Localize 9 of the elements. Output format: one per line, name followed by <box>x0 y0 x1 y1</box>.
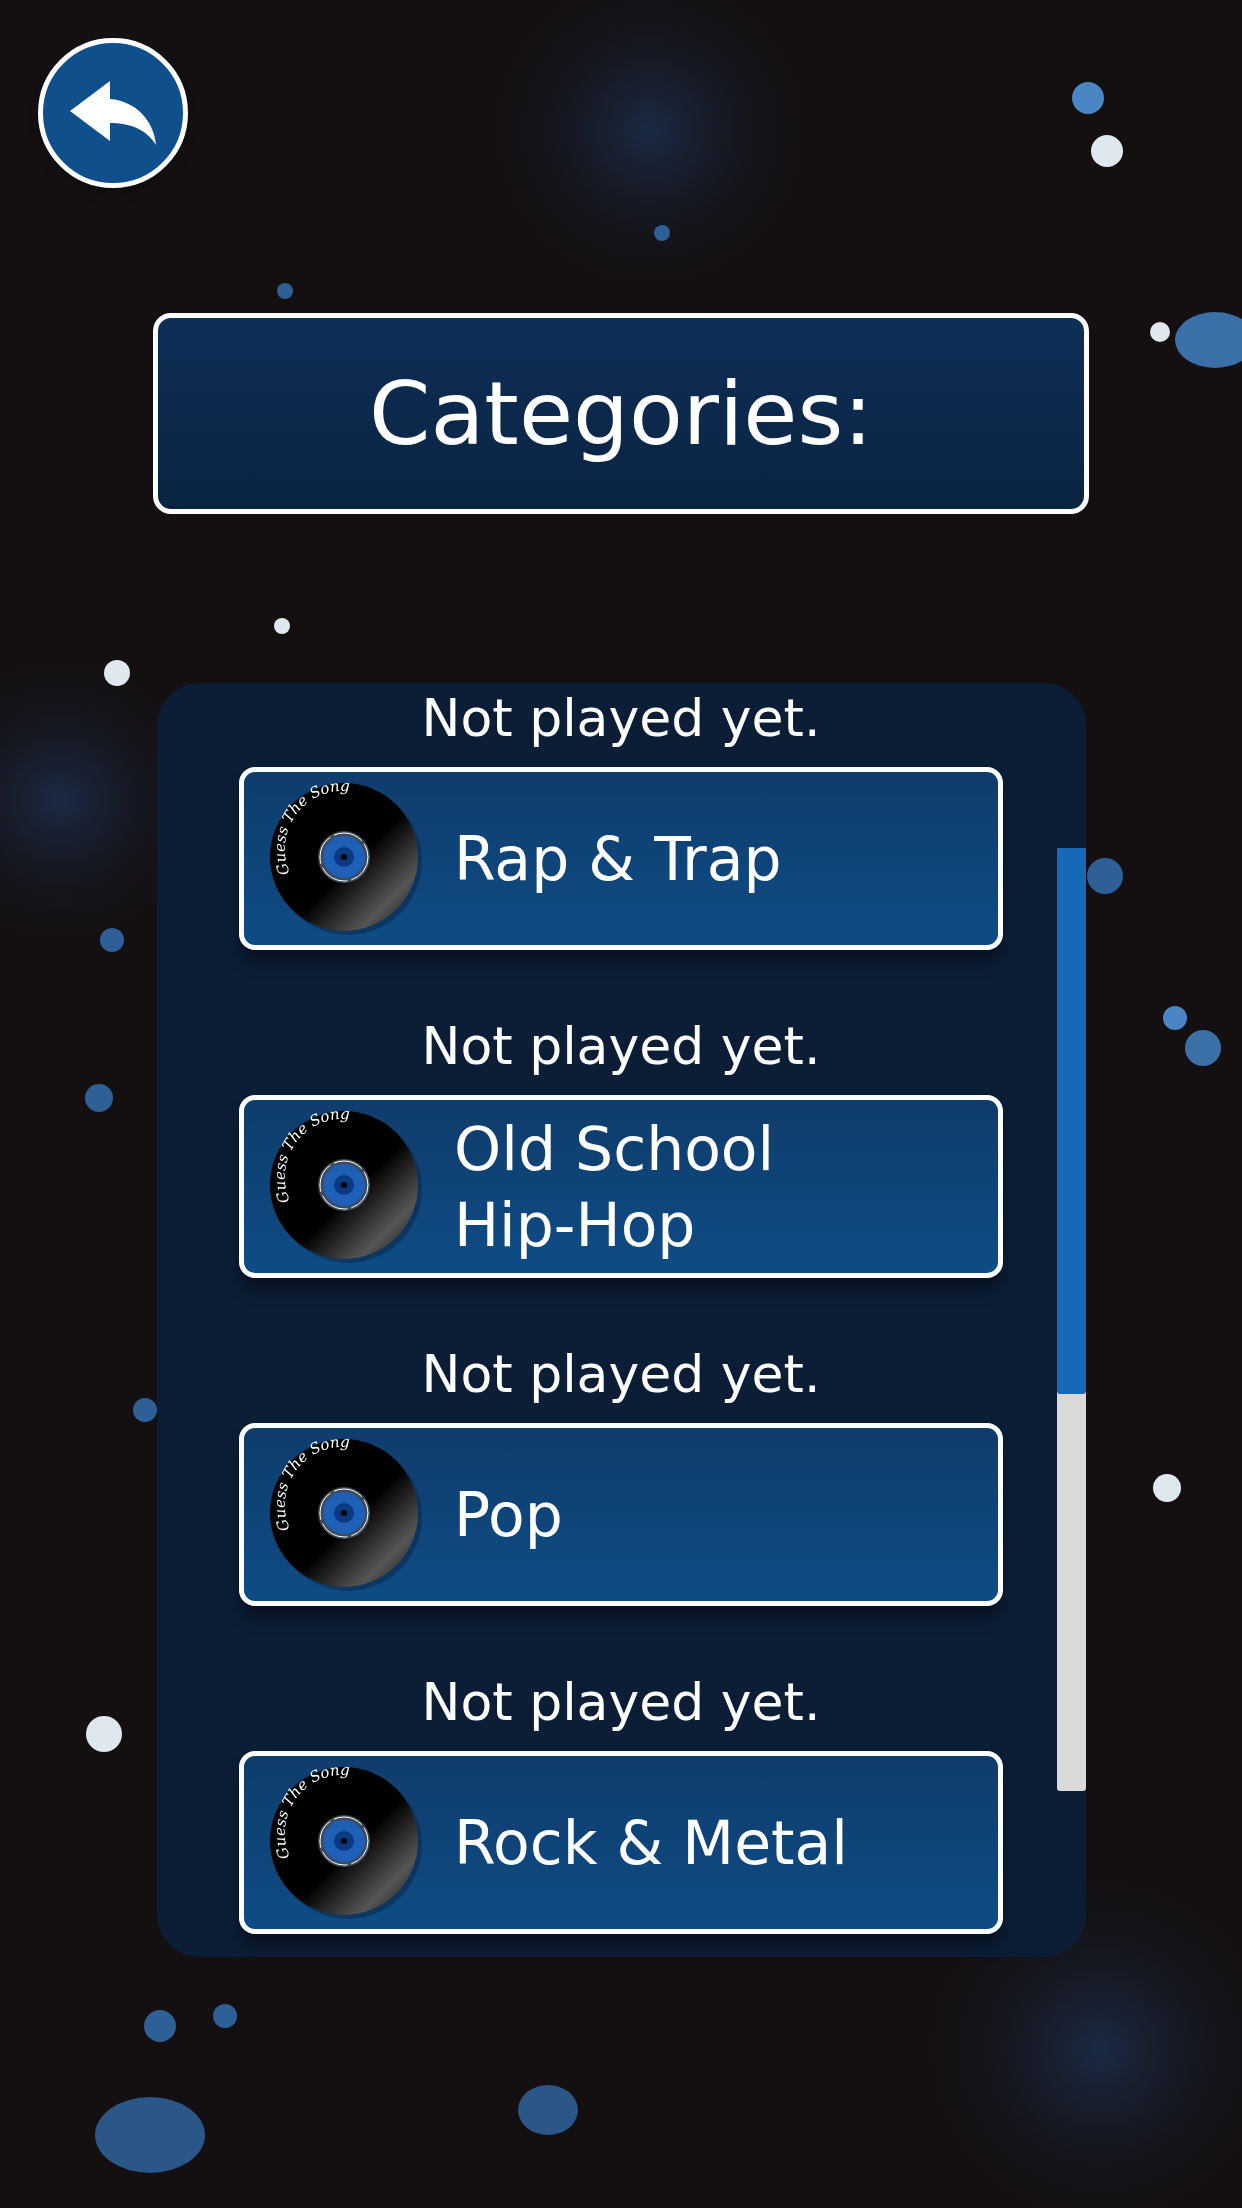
category-name: Rap & Trap <box>454 822 782 896</box>
status-text: Not played yet. <box>421 1671 821 1734</box>
title-banner: Categories: <box>153 313 1089 514</box>
category-name: Old School Hip-Hop <box>454 1112 775 1262</box>
category-name: Rock & Metal <box>454 1806 848 1880</box>
status-text: Not played yet. <box>421 687 821 750</box>
category-name: Pop <box>454 1478 563 1552</box>
status-text: Not played yet. <box>421 1343 821 1406</box>
status-text: Not played yet. <box>421 1015 821 1078</box>
